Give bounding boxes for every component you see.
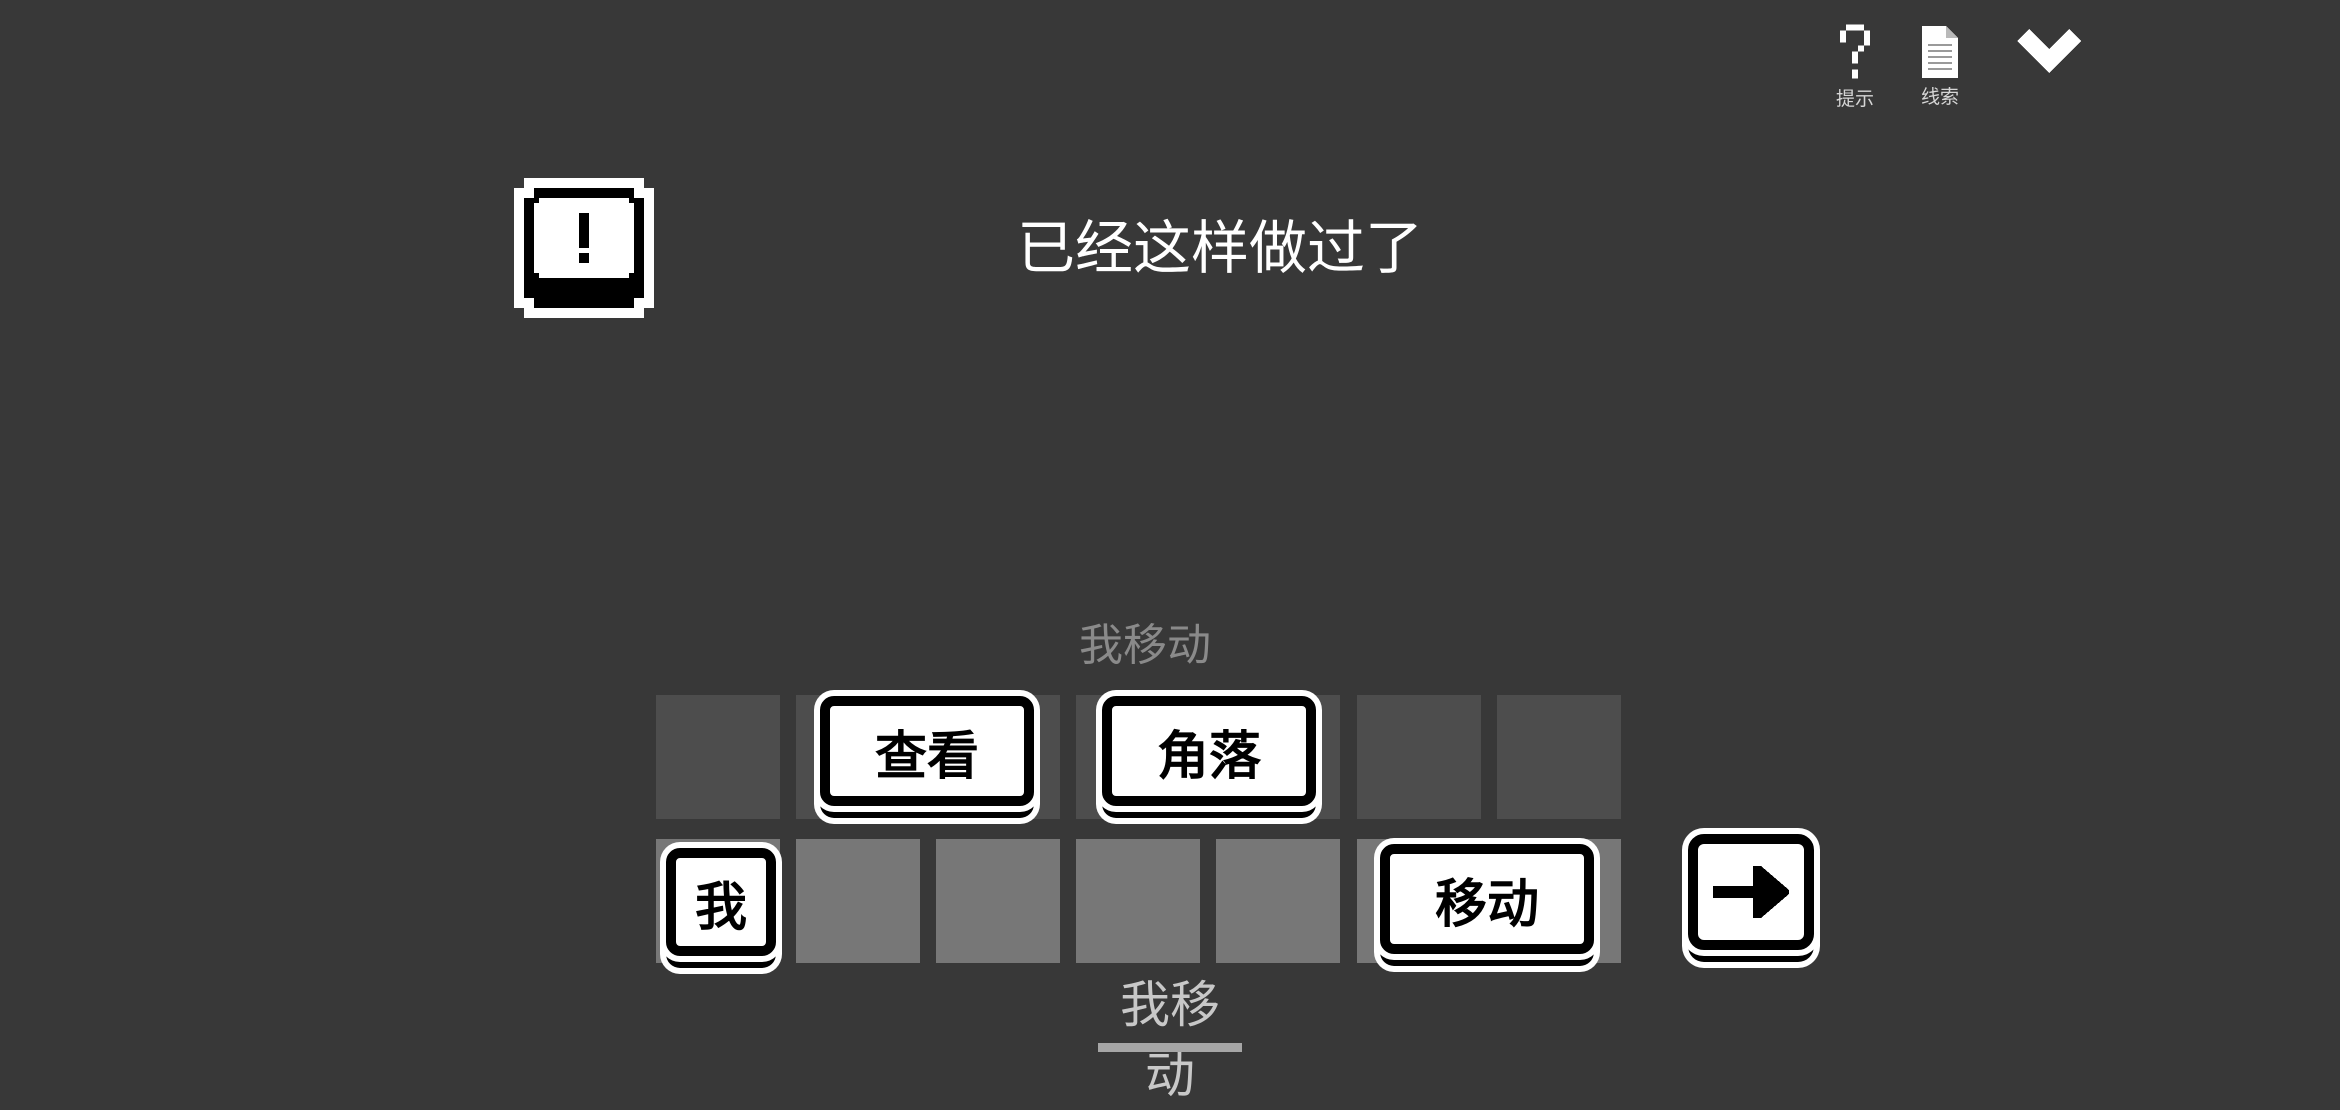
word-tile-corner[interactable]: 角落 [1102,696,1316,806]
collapse-button[interactable] [2014,28,2084,78]
word-slot[interactable] [1357,695,1481,819]
sentence-slot[interactable] [1216,839,1340,963]
exclamation-icon [514,178,654,318]
document-icon [1922,26,1958,78]
sentence-underline [1098,1043,1242,1052]
status-message: 已经这样做过了 [1016,214,1423,282]
word-slot[interactable] [1497,695,1621,819]
clue-button[interactable]: 线索 [1915,24,1965,109]
sentence-preview: 我移动 [1079,620,1211,671]
hint-label: 提示 [1835,88,1874,110]
word-slot[interactable] [656,695,780,819]
word-tile-look[interactable]: 查看 [820,696,1034,806]
current-sentence: 我移动 [1120,976,1220,1104]
chevron-down-icon [2017,29,2081,73]
sentence-slot[interactable] [936,839,1060,963]
question-mark-icon [1840,24,1870,79]
arrow-right-icon [1713,866,1789,918]
word-tile-me[interactable]: 我 [666,848,776,956]
clue-label: 线索 [1920,86,1959,108]
hint-button[interactable]: 提示 [1830,24,1880,111]
sentence-slot[interactable] [1076,839,1200,963]
word-tile-move[interactable]: 移动 [1380,844,1594,954]
sentence-slot[interactable] [796,839,920,963]
submit-button[interactable] [1688,834,1814,950]
